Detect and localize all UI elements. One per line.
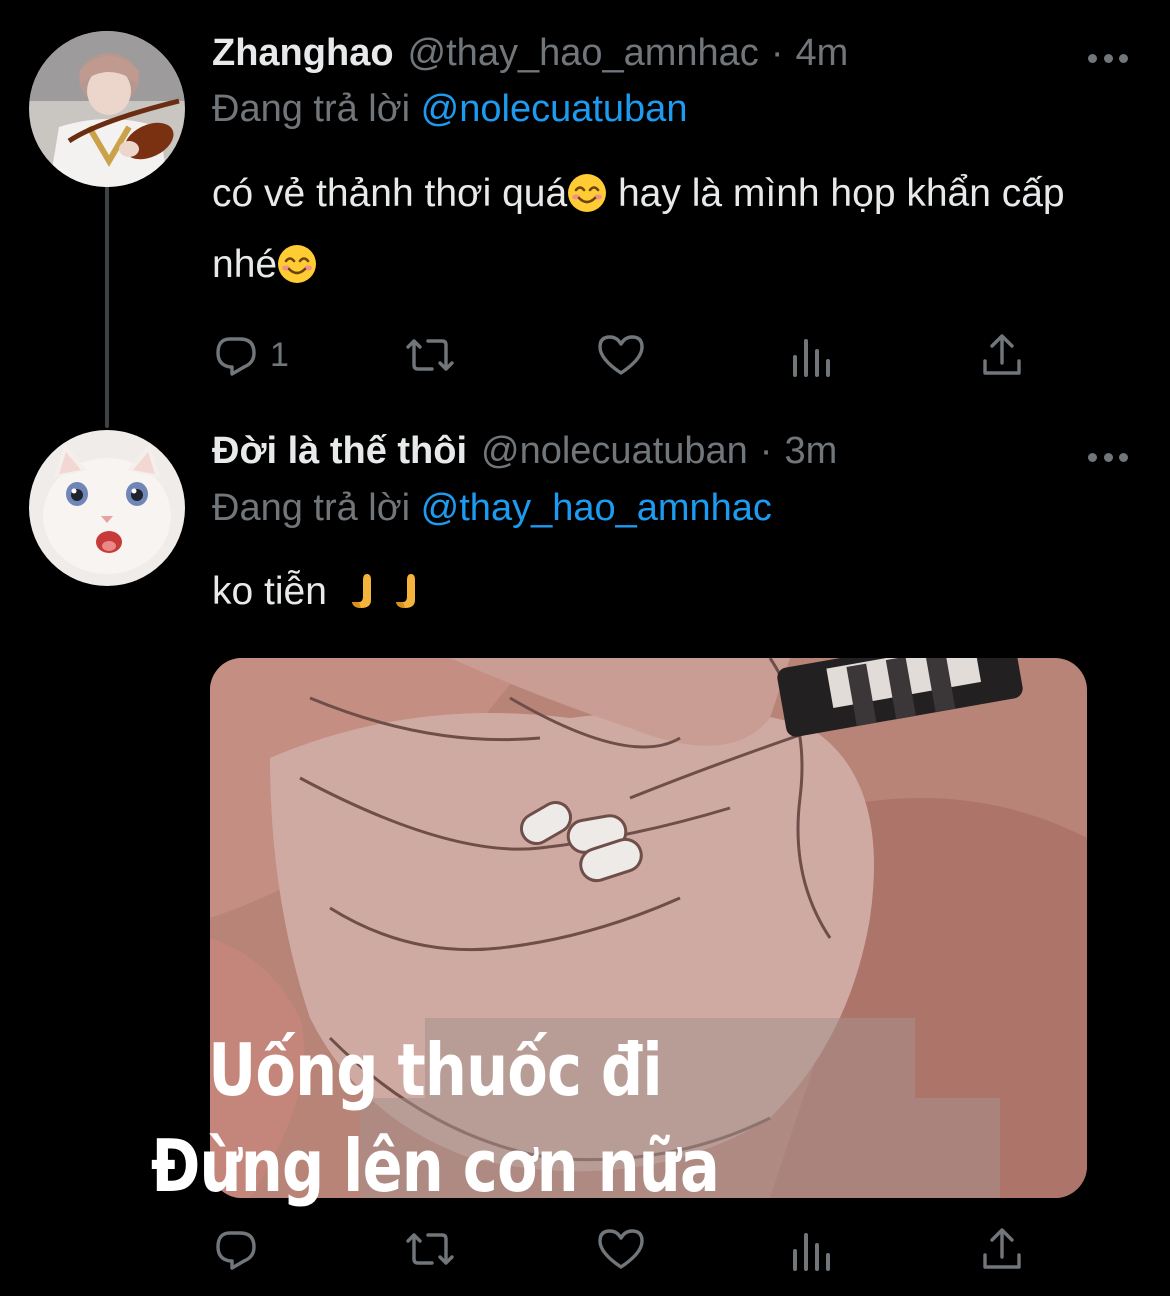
user-handle[interactable]: @nolecuatuban (481, 430, 748, 473)
more-options-icon[interactable] (1088, 52, 1128, 64)
tweet-header: Zhanghao @thay_hao_amnhac · 4m (212, 32, 848, 84)
tweet-text-part1: có vẻ thảnh thơi quá (212, 172, 568, 215)
share-icon (983, 1228, 1021, 1269)
avatar-white-cat[interactable] (29, 430, 185, 586)
smiling-face-icon (568, 174, 607, 212)
analytics-icon (793, 1233, 830, 1271)
tweet-text: ko tiễn (212, 570, 327, 613)
timestamp[interactable]: 3m (784, 430, 837, 473)
reply-button[interactable]: 1 (212, 330, 289, 380)
reply-icon (216, 337, 256, 376)
replying-to-label: Đang trả lời (212, 88, 411, 130)
retweet-button[interactable] (402, 1224, 458, 1274)
more-options-icon[interactable] (1088, 451, 1128, 463)
share-button[interactable] (980, 330, 1024, 380)
display-name[interactable]: Zhanghao (212, 32, 394, 75)
analytics-icon (793, 339, 830, 377)
folded-hands-icon (351, 574, 371, 608)
tweet-body: có vẻ thảnh thơi quá hay là mình họp khẩ… (212, 158, 1132, 300)
thread-connector (105, 186, 109, 428)
share-button[interactable] (980, 1224, 1024, 1274)
separator-dot: · (759, 430, 773, 472)
display-name[interactable]: Đời là thế thôi (212, 430, 467, 473)
like-button[interactable] (596, 1224, 646, 1274)
like-button[interactable] (596, 330, 646, 380)
replying-to: Đang trả lời @nolecuatuban (212, 88, 687, 131)
replying-to: Đang trả lời @thay_hao_amnhac (212, 487, 772, 530)
heart-icon (598, 1229, 644, 1269)
pill-hand-illustration (210, 658, 1087, 1198)
user-handle[interactable]: @thay_hao_amnhac (408, 32, 759, 75)
replying-to-handle[interactable]: @thay_hao_amnhac (421, 487, 772, 529)
retweet-icon (406, 339, 454, 371)
avatar-zhanghao[interactable] (29, 31, 185, 187)
tweet-actions (212, 1224, 1042, 1274)
reply-icon (216, 1231, 256, 1270)
tweet-body: ko tiễn (212, 556, 1132, 627)
replying-to-label: Đang trả lời (212, 487, 411, 529)
conversation-thread: Zhanghao @thay_hao_amnhac · 4m Đang trả … (0, 0, 1170, 1296)
retweet-button[interactable] (402, 330, 458, 380)
timestamp[interactable]: 4m (795, 32, 848, 75)
smiling-face-icon (278, 245, 317, 283)
share-icon (983, 334, 1021, 375)
reply-button[interactable] (212, 1224, 260, 1274)
replying-to-handle[interactable]: @nolecuatuban (421, 88, 688, 130)
folded-hands-icon (395, 574, 415, 608)
separator-dot: · (770, 32, 784, 74)
tweet-header: Đời là thế thôi @nolecuatuban · 3m (212, 430, 837, 482)
reply-count: 1 (270, 335, 289, 374)
retweet-icon (406, 1233, 454, 1265)
views-button[interactable] (790, 330, 834, 380)
heart-icon (598, 335, 644, 375)
views-button[interactable] (790, 1224, 834, 1274)
tweet-actions: 1 (212, 330, 1042, 380)
tweet-media-image[interactable] (210, 658, 1087, 1198)
media-caption-line1: Uống thuốc đi (208, 1028, 662, 1112)
media-caption-line2: Đừng lên cơn nữa (150, 1124, 720, 1208)
